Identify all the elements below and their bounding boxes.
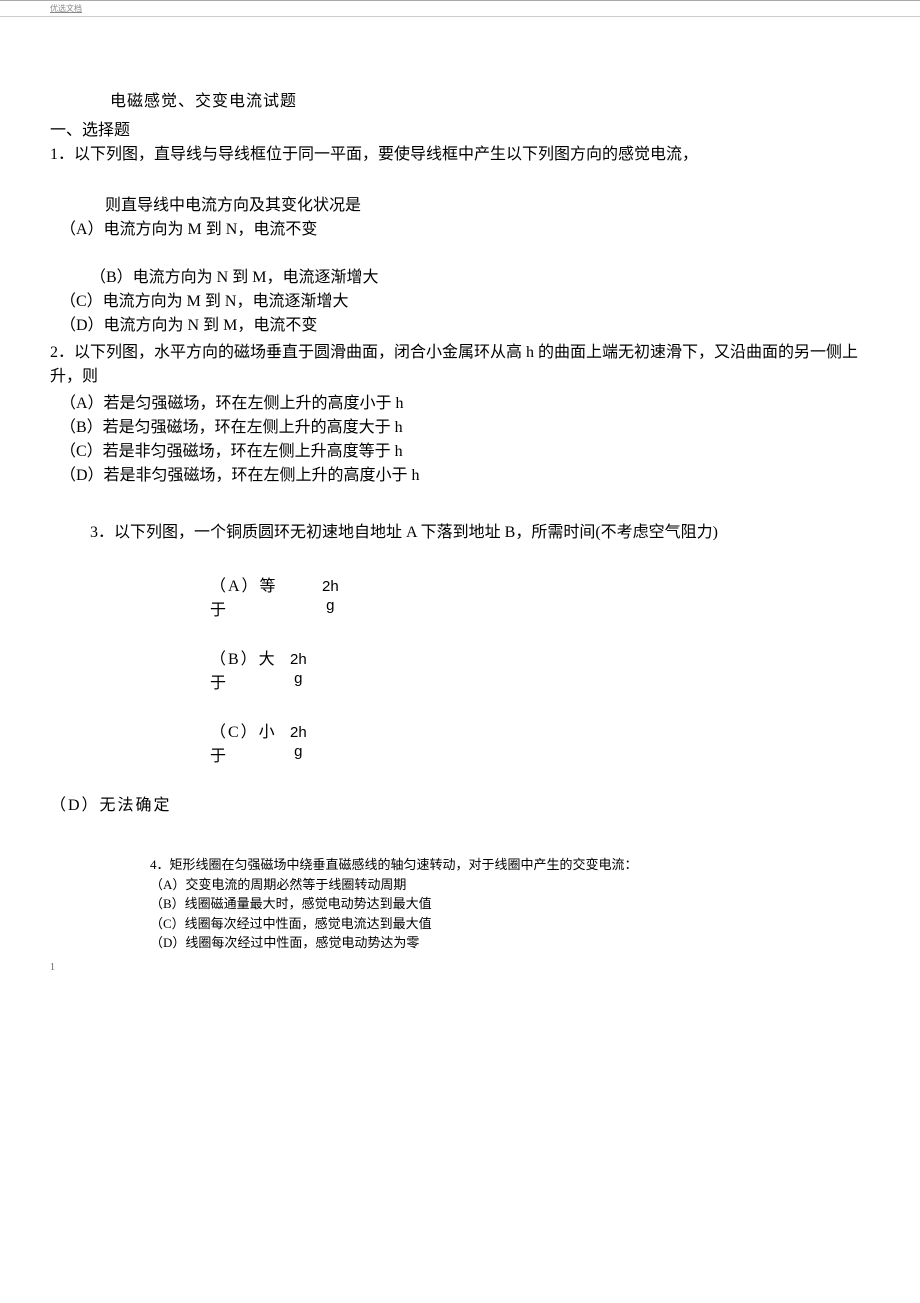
- fraction-numerator: 2h: [322, 579, 339, 594]
- q2-option-d: （D）若是非匀强磁场，环在左侧上升的高度小于 h: [60, 464, 870, 488]
- q2-option-a: （A）若是匀强磁场，环在左侧上升的高度小于 h: [60, 392, 870, 416]
- page-content: 电磁感觉、交变电流试题 一、选择题 1．以下列图，直导线与导线框位于同一平面，要…: [0, 17, 920, 1003]
- question-3: 3．以下列图，一个铜质圆环无初速地自地址 A 下落到地址 B，所需时间(不考虑空…: [90, 518, 870, 766]
- doc-header: 优选文档: [0, 0, 920, 17]
- q3-text: 3．以下列图，一个铜质圆环无初速地自地址 A 下落到地址 B，所需时间(不考虑空…: [90, 518, 870, 542]
- q2-option-b: （B）若是匀强磁场，环在左侧上升的高度大于 h: [60, 416, 870, 440]
- q4-text: 4．矩形线圈在匀强磁场中绕垂直磁感线的轴匀速转动，对于线圈中产生的交变电流：: [150, 855, 870, 875]
- q1-subtext: 则直导线中电流方向及其变化状况是: [105, 194, 870, 218]
- q1-text: 1．以下列图，直导线与导线框位于同一平面，要使导线框中产生以下列图方向的感觉电流…: [50, 143, 870, 167]
- page-number: 1: [50, 962, 55, 973]
- q3-options: （A）等于 2h g （B）大于 2h g （C）小于 2h g: [210, 572, 870, 766]
- section-header: 一、选择题: [50, 116, 870, 140]
- q4-option-b: （B）线圈磁通量最大时，感觉电动势达到最大值: [150, 894, 870, 914]
- q3-a-fraction: 2h g: [322, 579, 339, 613]
- fraction-denominator: g: [326, 598, 334, 613]
- q2-text: 2．以下列图，水平方向的磁场垂直于圆滑曲面，闭合小金属环从高 h 的曲面上端无初…: [50, 341, 870, 389]
- fraction-denominator: g: [294, 744, 302, 759]
- q1-option-c: （C）电流方向为 M 到 N，电流逐渐增大: [60, 290, 870, 314]
- q3-option-b: （B）大于 2h g: [210, 645, 870, 693]
- q4-option-a: （A）交变电流的周期必然等于线圈转动周期: [150, 875, 870, 895]
- q3-b-fraction: 2h g: [290, 652, 307, 686]
- fraction-denominator: g: [294, 671, 302, 686]
- q4-option-d: （D）线圈每次经过中性面，感觉电动势达为零: [150, 933, 870, 953]
- q3-a-label: （A）等于: [210, 572, 282, 620]
- fraction-numerator: 2h: [290, 652, 307, 667]
- q3-option-a: （A）等于 2h g: [210, 572, 870, 620]
- q3-option-c: （C）小于 2h g: [210, 718, 870, 766]
- q1-option-a: （A）电流方向为 M 到 N，电流不变: [60, 218, 870, 242]
- question-1: 1．以下列图，直导线与导线框位于同一平面，要使导线框中产生以下列图方向的感觉电流…: [50, 143, 870, 338]
- fraction-numerator: 2h: [290, 725, 307, 740]
- q1-option-d: （D）电流方向为 N 到 M，电流不变: [60, 314, 870, 338]
- doc-label: 优选文档: [50, 4, 82, 13]
- q1-option-b: （B）电流方向为 N 到 M，电流逐渐增大: [90, 266, 870, 290]
- q2-option-c: （C）若是非匀强磁场，环在左侧上升高度等于 h: [60, 440, 870, 464]
- q4-option-c: （C）线圈每次经过中性面，感觉电流达到最大值: [150, 914, 870, 934]
- q3-c-fraction: 2h g: [290, 725, 307, 759]
- q3-b-label: （B）大于: [210, 645, 282, 693]
- question-4: 4．矩形线圈在匀强磁场中绕垂直磁感线的轴匀速转动，对于线圈中产生的交变电流： （…: [150, 855, 870, 953]
- question-2: 2．以下列图，水平方向的磁场垂直于圆滑曲面，闭合小金属环从高 h 的曲面上端无初…: [50, 341, 870, 488]
- q3-c-label: （C）小于: [210, 718, 282, 766]
- q3-option-d: （D）无法确定: [50, 791, 870, 815]
- document-title: 电磁感觉、交变电流试题: [110, 87, 870, 111]
